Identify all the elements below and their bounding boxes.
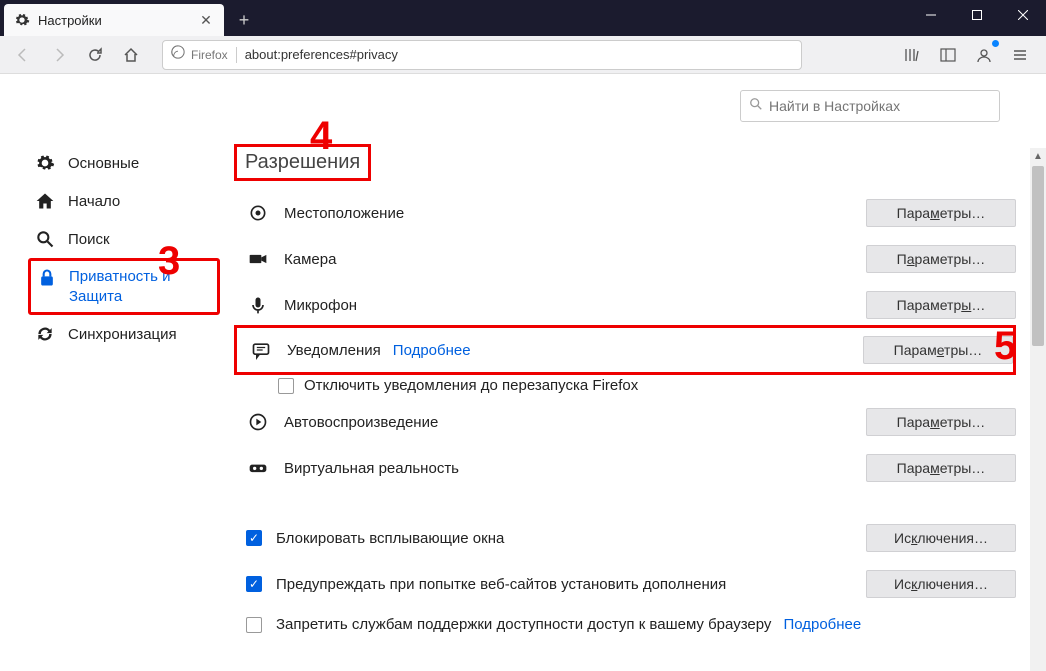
library-button[interactable] — [898, 41, 926, 69]
checkbox-label: Блокировать всплывающие окна — [276, 530, 504, 547]
perm-row-autoplay: Автовоспроизведение Параметры… — [234, 402, 1016, 442]
url-label: Firefox — [191, 48, 228, 62]
checkbox-icon[interactable] — [246, 576, 262, 592]
search-icon — [34, 228, 56, 250]
autoplay-icon — [246, 410, 270, 434]
perm-row-location: Местоположение Параметры… — [234, 193, 1016, 233]
section-title-box: Разрешения — [234, 144, 371, 181]
new-tab-button[interactable]: + — [230, 6, 258, 34]
perm-label: Микрофон — [284, 297, 357, 314]
firefox-icon — [171, 45, 185, 64]
camera-icon — [246, 247, 270, 271]
sidebar-button[interactable] — [934, 41, 962, 69]
lock-icon — [37, 267, 57, 289]
maximize-button[interactable] — [954, 0, 1000, 30]
perm-row-vr: Виртуальная реальность Параметры… — [234, 448, 1016, 488]
checkbox-icon[interactable] — [246, 530, 262, 546]
microphone-icon — [246, 293, 270, 317]
perm-settings-button[interactable]: Параметры… — [866, 199, 1016, 227]
checkbox-label: Запретить службам поддержки доступности … — [276, 616, 771, 633]
sidebar-label: Основные — [68, 155, 139, 172]
accessibility-check-row: Запретить службам поддержки доступности … — [234, 610, 1016, 639]
perm-label: Виртуальная реальность — [284, 460, 459, 477]
home-button[interactable] — [116, 40, 146, 70]
sidebar-item-sync[interactable]: Синхронизация — [28, 315, 220, 353]
sidebar-label: Начало — [68, 193, 120, 210]
exceptions-button[interactable]: Исключения… — [866, 570, 1016, 598]
perm-settings-button[interactable]: Параметры… — [866, 291, 1016, 319]
window-controls — [908, 0, 1046, 36]
close-window-button[interactable] — [1000, 0, 1046, 30]
perm-label: Уведомления — [287, 342, 381, 359]
tab-title: Настройки — [38, 13, 198, 28]
notification-icon — [249, 338, 273, 362]
settings-search-input[interactable] — [769, 98, 991, 114]
sidebar-item-privacy[interactable]: Приватность и Защита — [28, 258, 220, 315]
perm-label: Автовоспроизведение — [284, 414, 438, 431]
sidebar-label: Синхронизация — [68, 326, 177, 343]
window-titlebar: Настройки ✕ + — [0, 0, 1046, 36]
preferences-sidebar: Основные Начало Поиск Приватность и Защи… — [0, 74, 220, 671]
addon-check-row: Предупреждать при попытке веб-сайтов уст… — [234, 564, 1016, 604]
settings-search[interactable] — [740, 90, 1000, 122]
search-icon — [749, 97, 763, 116]
url-bar[interactable]: Firefox about:preferences#privacy — [162, 40, 802, 70]
sidebar-label: Приватность и Защита — [69, 267, 211, 306]
tab-close-button[interactable]: ✕ — [198, 12, 214, 28]
perm-settings-button[interactable]: Параметры… — [866, 245, 1016, 273]
back-button[interactable] — [8, 40, 38, 70]
account-button[interactable] — [970, 41, 998, 69]
perm-row-notifications: Уведомления Подробнее Параметры… — [237, 330, 1013, 370]
preferences-main: Разрешения Местоположение Параметры… Кам… — [220, 74, 1046, 671]
perm-row-camera: Камера Параметры… — [234, 239, 1016, 279]
sidebar-item-general[interactable]: Основные — [28, 144, 220, 182]
gear-icon — [14, 12, 30, 28]
checkbox-label: Предупреждать при попытке веб-сайтов уст… — [276, 576, 726, 593]
location-icon — [246, 201, 270, 225]
checkbox-icon[interactable] — [246, 617, 262, 633]
reload-button[interactable] — [80, 40, 110, 70]
checkbox-icon[interactable] — [278, 378, 294, 394]
perm-row-notifications-box: Уведомления Подробнее Параметры… — [234, 325, 1016, 375]
perm-settings-button[interactable]: Параметры… — [866, 454, 1016, 482]
vr-icon — [246, 456, 270, 480]
popup-check-row: Блокировать всплывающие окна Исключения… — [234, 518, 1016, 558]
disable-notif-checkbox[interactable]: Отключить уведомления до перезапуска Fir… — [278, 377, 1016, 394]
menu-button[interactable] — [1006, 41, 1034, 69]
minimize-button[interactable] — [908, 0, 954, 30]
sidebar-item-search[interactable]: Поиск — [28, 220, 220, 258]
gear-icon — [34, 152, 56, 174]
url-address: about:preferences#privacy — [245, 47, 398, 62]
sidebar-label: Поиск — [68, 231, 110, 248]
browser-tab[interactable]: Настройки ✕ — [4, 4, 224, 36]
nav-toolbar: Firefox about:preferences#privacy — [0, 36, 1046, 74]
sync-icon — [34, 323, 56, 345]
checkbox-label: Отключить уведомления до перезапуска Fir… — [304, 377, 638, 394]
section-title: Разрешения — [237, 147, 368, 178]
learn-more-link[interactable]: Подробнее — [393, 342, 471, 359]
home-icon — [34, 190, 56, 212]
perm-settings-button[interactable]: Параметры… — [866, 408, 1016, 436]
perm-label: Местоположение — [284, 205, 404, 222]
perm-settings-button[interactable]: Параметры… — [863, 336, 1013, 364]
learn-more-link[interactable]: Подробнее — [783, 616, 861, 633]
sidebar-item-home[interactable]: Начало — [28, 182, 220, 220]
forward-button[interactable] — [44, 40, 74, 70]
perm-row-microphone: Микрофон Параметры… — [234, 285, 1016, 325]
preferences-content: ▲ Основные Начало Поиск Приватность и За… — [0, 74, 1046, 671]
exceptions-button[interactable]: Исключения… — [866, 524, 1016, 552]
perm-label: Камера — [284, 251, 336, 268]
